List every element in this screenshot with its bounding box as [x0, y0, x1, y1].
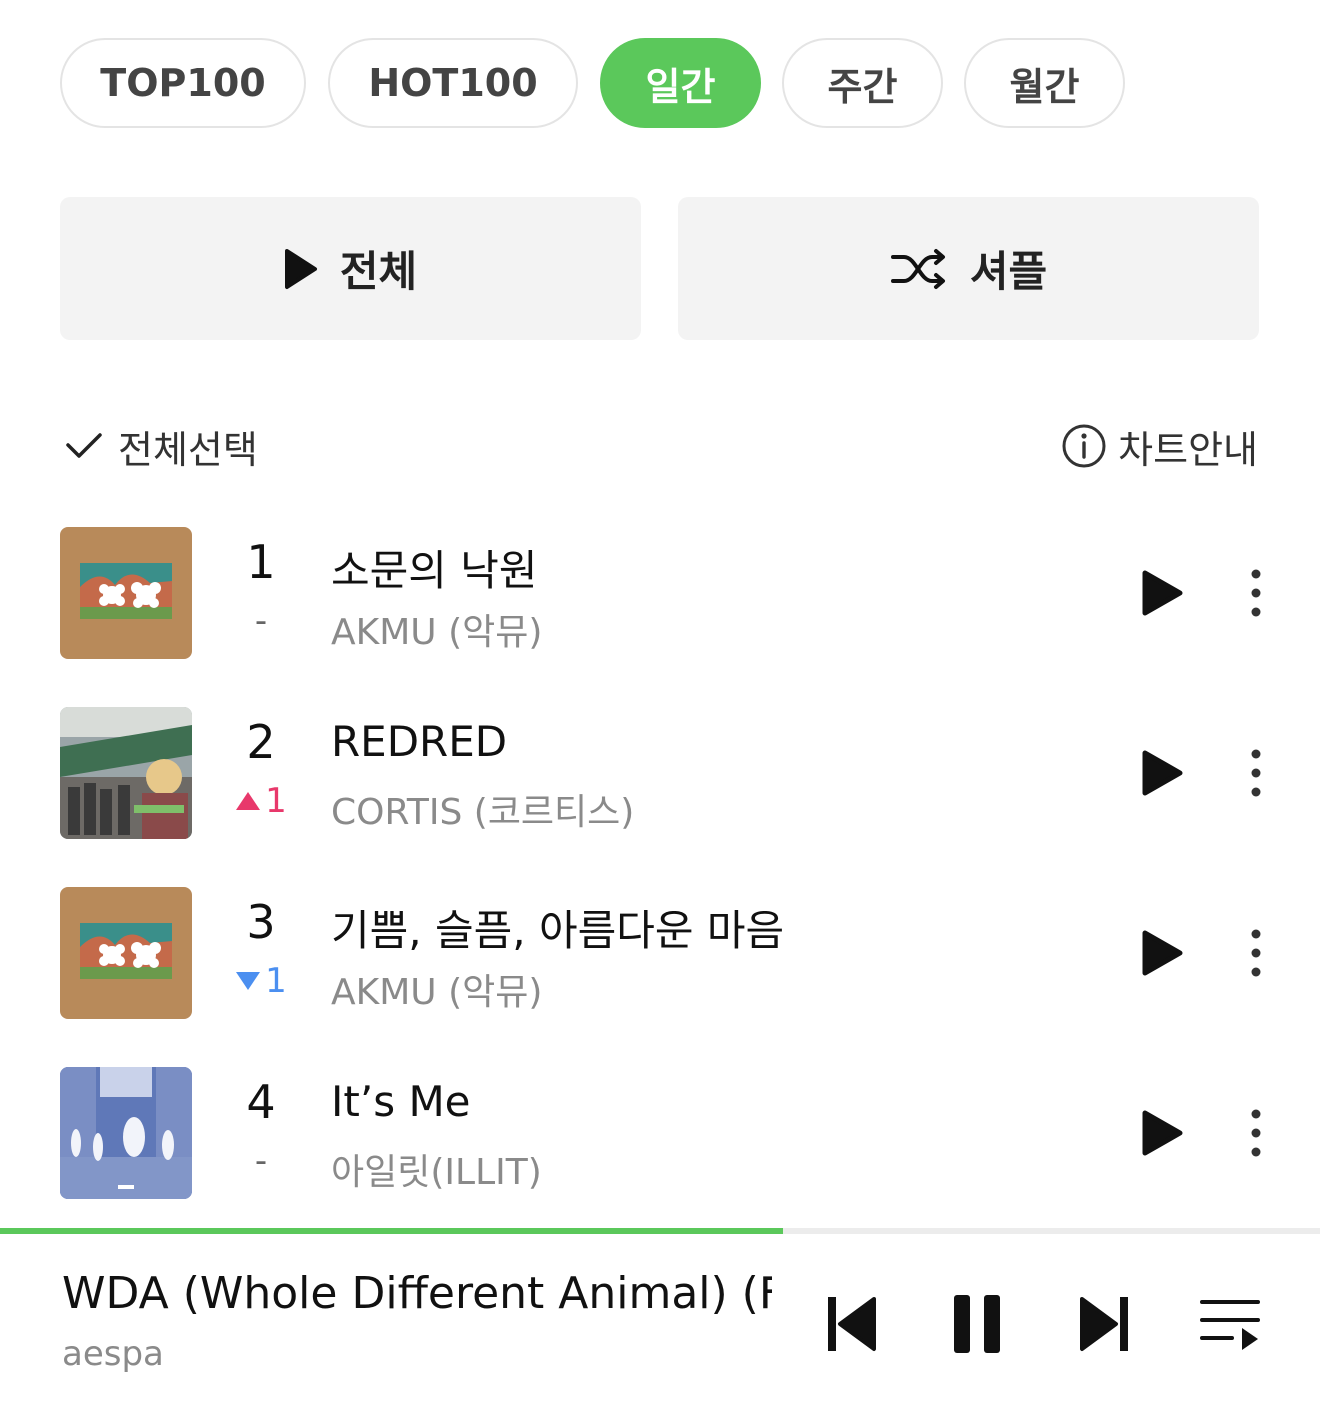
play-icon[interactable] [1140, 929, 1184, 977]
playback-progress-fill [0, 1228, 783, 1234]
chart-screen: TOP100 HOT100 일간 주간 월간 전체 셔플 전체선택 차트안내 1… [0, 0, 1320, 1415]
now-playing-title[interactable]: WDA (Whole Different Animal) (F... [62, 1268, 772, 1319]
play-all-label: 전체 [339, 247, 418, 296]
track-title[interactable]: 소문의 낙원 [331, 537, 538, 598]
more-options-icon[interactable] [1236, 747, 1276, 799]
track-title[interactable]: REDRED [331, 717, 507, 766]
track-row[interactable]: 1 - 소문의 낙원 AKMU (악뮤) [0, 527, 1320, 659]
play-icon [284, 248, 317, 289]
rank-number: 1 [246, 535, 276, 589]
play-icon[interactable] [1140, 749, 1184, 797]
cortis-album-cover[interactable] [60, 707, 192, 839]
previous-track-icon[interactable] [826, 1295, 878, 1353]
shuffle-label: 셔플 [969, 247, 1048, 296]
pause-icon[interactable] [954, 1295, 1002, 1353]
track-title[interactable]: 기쁨, 슬픔, 아름다운 마음 [331, 897, 784, 958]
rank-change-value: 1 [265, 781, 287, 821]
rank-change: - [222, 601, 300, 641]
track-row[interactable]: 3 1 기쁨, 슬픔, 아름다운 마음 AKMU (악뮤) [0, 887, 1320, 1019]
next-track-icon[interactable] [1078, 1295, 1130, 1353]
tab-monthly[interactable]: 월간 [964, 38, 1125, 128]
rank-change-value: 1 [265, 961, 287, 1001]
track-artist[interactable]: CORTIS (코르티스) [331, 783, 634, 835]
rank-change: 1 [222, 781, 300, 821]
shuffle-button[interactable]: 셔플 [678, 197, 1259, 340]
rank-change: - [222, 1141, 300, 1181]
more-options-icon[interactable] [1236, 927, 1276, 979]
track-artist[interactable]: AKMU (악뮤) [331, 963, 542, 1015]
rank-down-icon [236, 972, 261, 990]
rank-number: 4 [246, 1075, 276, 1129]
more-options-icon[interactable] [1236, 567, 1276, 619]
tab-weekly[interactable]: 주간 [782, 38, 943, 128]
play-icon[interactable] [1140, 1109, 1184, 1157]
track-artist[interactable]: AKMU (악뮤) [331, 603, 542, 655]
track-artist[interactable]: 아일릿(ILLIT) [331, 1143, 542, 1195]
rank-number: 2 [246, 715, 276, 769]
play-all-button[interactable]: 전체 [60, 197, 641, 340]
rank-change: 1 [222, 961, 300, 1001]
track-title[interactable]: It’s Me [331, 1077, 471, 1126]
chart-guide-button[interactable]: 차트안내 [1060, 418, 1258, 474]
play-icon[interactable] [1140, 569, 1184, 617]
rank-number: 3 [246, 895, 276, 949]
rank-change-value: - [254, 601, 268, 641]
rank-change-value: - [254, 1141, 268, 1181]
akmu-album-cover[interactable] [60, 887, 192, 1019]
checkmark-icon [66, 433, 102, 458]
more-options-icon[interactable] [1236, 1107, 1276, 1159]
tab-hot100[interactable]: HOT100 [328, 38, 578, 128]
chart-guide-label: 차트안내 [1118, 427, 1258, 472]
now-playing-artist[interactable]: aespa [62, 1334, 164, 1374]
track-row[interactable]: 4 - It’s Me 아일릿(ILLIT) [0, 1067, 1320, 1199]
shuffle-icon [890, 248, 945, 289]
rank-up-icon [236, 792, 261, 810]
tab-daily[interactable]: 일간 [600, 38, 761, 128]
playback-progress-bar[interactable] [0, 1228, 1320, 1234]
info-icon [1062, 424, 1106, 468]
akmu-album-cover[interactable] [60, 527, 192, 659]
track-row[interactable]: 2 1 REDRED CORTIS (코르티스) [0, 707, 1320, 839]
playlist-icon[interactable] [1200, 1298, 1260, 1354]
illit-album-cover[interactable] [60, 1067, 192, 1199]
tab-top100[interactable]: TOP100 [60, 38, 306, 128]
select-all-label: 전체선택 [118, 427, 258, 472]
select-all-button[interactable]: 전체선택 [64, 418, 258, 474]
